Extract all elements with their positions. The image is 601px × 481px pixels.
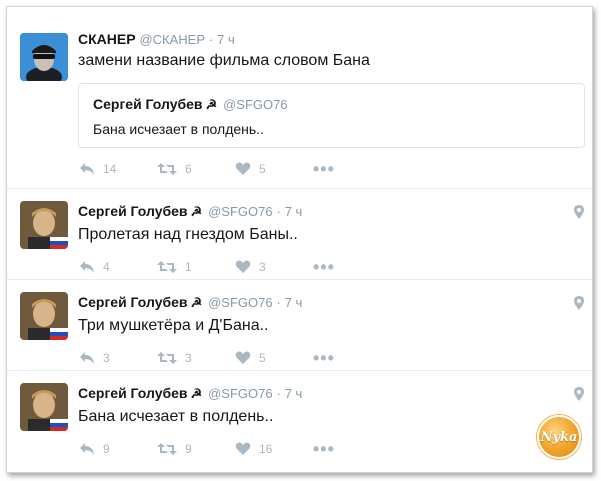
quoted-text: Бана исчезает в полдень..: [93, 121, 264, 137]
retweet-icon: [157, 352, 177, 364]
tweet-time[interactable]: 7 ч: [285, 204, 303, 219]
heart-icon: [235, 442, 251, 455]
retweet-count: 6: [185, 162, 192, 176]
tweet-thread: СКАНЕР @СКАНЕР · 7 ч замени название фил…: [6, 6, 593, 473]
retweet-count: 3: [185, 351, 192, 365]
tweet-text: Три мушкетёра и Д'Бана..: [78, 317, 269, 334]
retweet-icon: [157, 261, 177, 273]
author-handle[interactable]: @SFGO76: [208, 295, 273, 310]
author-name[interactable]: СКАНЕР: [78, 31, 136, 47]
like-button[interactable]: 3: [235, 260, 313, 274]
retweet-button[interactable]: 6: [157, 162, 235, 176]
reply-icon: [80, 261, 94, 273]
tweet-text: Бана исчезает в полдень..: [78, 408, 274, 425]
retweet-icon: [157, 443, 177, 455]
author-name[interactable]: Сергей Голубев: [78, 203, 188, 219]
avatar-golubev[interactable]: [20, 201, 68, 249]
author-handle[interactable]: @SFGO76: [208, 204, 273, 219]
reply-icon: [80, 443, 94, 455]
separator-dot: ·: [276, 295, 281, 310]
like-button[interactable]: 5: [235, 162, 313, 176]
more-icon[interactable]: •••: [313, 440, 335, 458]
reply-button[interactable]: 3: [79, 351, 157, 365]
tweet-2-header: Сергей Голубев ☭ @SFGO76 · 7 ч: [78, 203, 302, 220]
retweet-button[interactable]: 9: [157, 442, 235, 456]
tweet-actions: 3 3 5 •••: [79, 348, 335, 368]
reply-button[interactable]: 14: [79, 162, 157, 176]
tweet-text: Пролетая над гнездом Баны..: [78, 226, 298, 243]
tweet-3[interactable]: Сергей Голубев ☭ @SFGO76 · 7 ч Три мушкет…: [7, 280, 592, 371]
quoted-author-name: Сергей Голубев: [93, 96, 203, 112]
location-pin-icon[interactable]: [574, 205, 584, 224]
tweet-actions: 14 6 5 •••: [79, 159, 335, 179]
tweet-text: замени название фильма словом Бана: [78, 52, 370, 69]
hammer-sickle-icon: ☭: [205, 97, 218, 112]
tweet-4[interactable]: Сергей Голубев ☭ @SFGO76 · 7 ч Бана исчез…: [7, 371, 592, 472]
tweet-actions: 4 1 3 •••: [79, 257, 335, 277]
reply-count: 3: [103, 351, 110, 365]
tweet-2[interactable]: Сергей Голубев ☭ @SFGO76 · 7 ч Пролетая н…: [7, 189, 592, 280]
avatar-golubev[interactable]: [20, 383, 68, 431]
avatar-scanner[interactable]: [20, 33, 68, 81]
more-icon[interactable]: •••: [313, 258, 335, 276]
reply-count: 4: [103, 260, 110, 274]
tweet-time[interactable]: 7 ч: [217, 32, 235, 47]
like-button[interactable]: 5: [235, 351, 313, 365]
watermark-logo: Nyka: [537, 415, 581, 459]
like-count: 3: [259, 260, 266, 274]
more-icon[interactable]: •••: [313, 349, 335, 367]
hammer-sickle-icon: ☭: [190, 295, 203, 310]
retweet-button[interactable]: 1: [157, 260, 235, 274]
separator-dot: ·: [208, 32, 214, 47]
reply-button[interactable]: 4: [79, 260, 157, 274]
tweet-4-header: Сергей Голубев ☭ @SFGO76 · 7 ч: [78, 385, 302, 402]
author-name[interactable]: Сергей Голубев: [78, 294, 188, 310]
tweet-3-header: Сергей Голубев ☭ @SFGO76 · 7 ч: [78, 294, 302, 311]
separator-dot: ·: [276, 386, 281, 401]
quoted-tweet[interactable]: Сергей Голубев ☭ @SFGO76 Бана исчезает в …: [78, 83, 585, 148]
heart-icon: [235, 162, 251, 175]
quoted-author-handle: @SFGO76: [223, 97, 288, 112]
tweet-1[interactable]: СКАНЕР @СКАНЕР · 7 ч замени название фил…: [7, 7, 592, 189]
reply-icon: [80, 163, 94, 175]
retweet-button[interactable]: 3: [157, 351, 235, 365]
tweet-actions: 9 9 16 •••: [79, 439, 335, 459]
more-icon[interactable]: •••: [313, 160, 335, 178]
retweet-icon: [157, 163, 177, 175]
like-count: 5: [259, 351, 266, 365]
heart-icon: [235, 351, 251, 364]
reply-button[interactable]: 9: [79, 442, 157, 456]
location-pin-icon[interactable]: [574, 387, 584, 406]
like-button[interactable]: 16: [235, 442, 313, 456]
separator-dot: ·: [276, 204, 281, 219]
author-name[interactable]: Сергей Голубев: [78, 385, 188, 401]
author-handle[interactable]: @СКАНЕР: [139, 32, 205, 47]
author-handle[interactable]: @SFGO76: [208, 386, 273, 401]
retweet-count: 1: [185, 260, 192, 274]
like-count: 16: [259, 442, 273, 456]
like-count: 5: [259, 162, 266, 176]
hammer-sickle-icon: ☭: [190, 386, 203, 401]
reply-icon: [80, 352, 94, 364]
reply-count: 9: [103, 442, 110, 456]
tweet-time[interactable]: 7 ч: [285, 386, 303, 401]
quoted-header: Сергей Голубев ☭ @SFGO76: [93, 96, 288, 113]
tweet-time[interactable]: 7 ч: [285, 295, 303, 310]
heart-icon: [235, 260, 251, 273]
tweet-1-header: СКАНЕР @СКАНЕР · 7 ч: [78, 31, 235, 47]
retweet-count: 9: [185, 442, 192, 456]
hammer-sickle-icon: ☭: [190, 204, 203, 219]
location-pin-icon[interactable]: [574, 296, 584, 315]
avatar-golubev[interactable]: [20, 292, 68, 340]
reply-count: 14: [103, 162, 117, 176]
